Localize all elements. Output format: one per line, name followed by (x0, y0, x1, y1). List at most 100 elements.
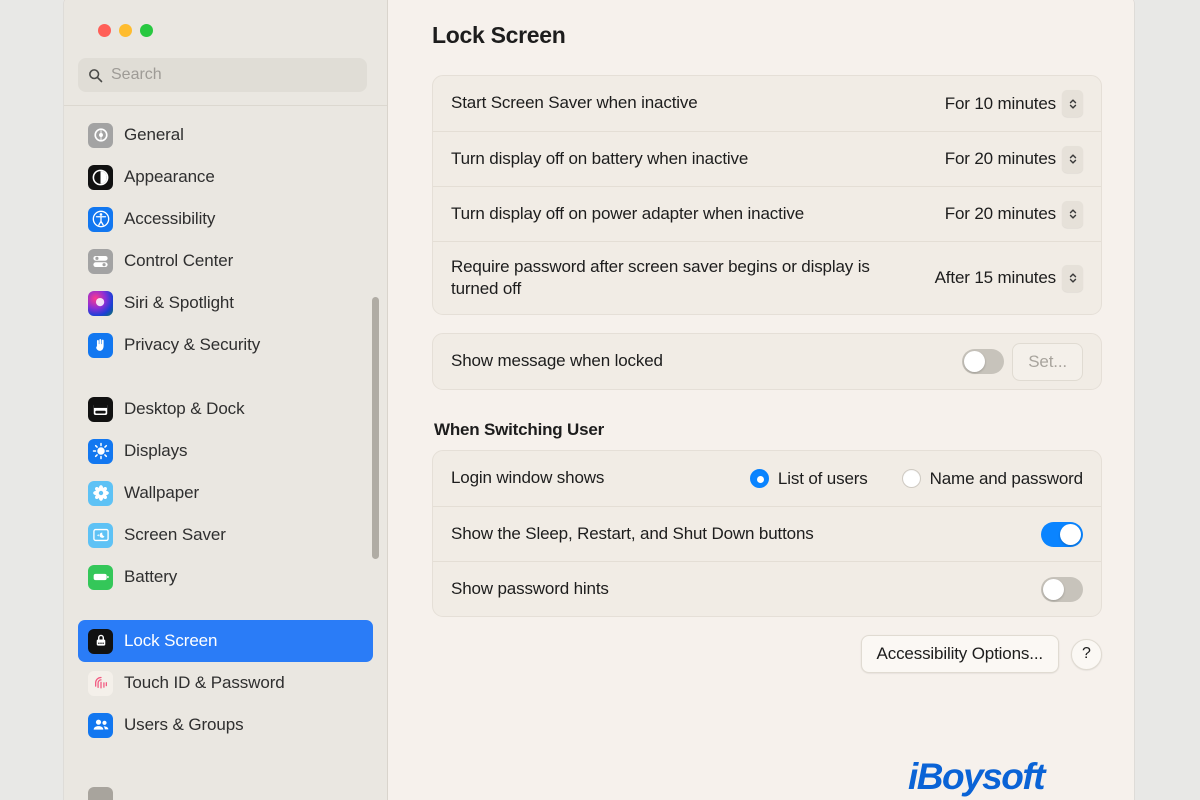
sidebar-group-separator (64, 598, 387, 620)
sidebar-item-label: Touch ID & Password (124, 673, 285, 692)
section-title-when-switching-user: When Switching User (434, 420, 604, 439)
siri-icon (88, 290, 113, 316)
row-label: Show password hints (451, 578, 609, 598)
row-control: For 20 minutes (944, 145, 1083, 173)
radio-dot-icon (749, 469, 769, 488)
desktop-dock-icon (88, 396, 113, 422)
row-display-off-battery: Turn display off on battery when inactiv… (433, 131, 1101, 186)
traffic-lights (64, 0, 387, 37)
row-show-sleep-restart-shutdown: Show the Sleep, Restart, and Shut Down b… (433, 506, 1101, 561)
row-display-off-power-adapter: Turn display off on power adapter when i… (433, 186, 1101, 241)
row-login-window-shows: Login window shows List of users Name an… (433, 451, 1101, 506)
row-label: Turn display off on battery when inactiv… (451, 148, 749, 168)
start-screen-saver-popup[interactable]: For 10 minutes (945, 90, 1083, 117)
sidebar-item-lock-screen[interactable]: Lock Screen (78, 620, 373, 662)
sidebar-group-2: Desktop & Dock Displays Wallpaper Screen… (64, 388, 387, 598)
row-control: For 20 minutes (944, 200, 1083, 228)
page-title: Lock Screen (432, 22, 566, 48)
popup-value: For 20 minutes (944, 149, 1056, 168)
battery-icon (88, 564, 113, 590)
search-placeholder: Search (111, 66, 162, 83)
display-off-power-adapter-popup[interactable]: For 20 minutes (944, 200, 1083, 228)
content-panel: Lock Screen Start Screen Saver when inac… (388, 0, 1134, 800)
sidebar-group-1: General Appearance Accessibility Control… (64, 114, 387, 366)
password-hints-toggle[interactable] (1041, 576, 1083, 602)
sidebar-item-label: Screen Saver (124, 525, 226, 544)
sleep-restart-shutdown-toggle[interactable] (1041, 521, 1083, 547)
sidebar-nav: General Appearance Accessibility Control… (64, 106, 387, 746)
require-password-popup[interactable]: After 15 minutes (934, 264, 1083, 292)
radio-name-and-password[interactable]: Name and password (901, 468, 1084, 489)
sidebar-item-screen-saver[interactable]: Screen Saver (78, 514, 373, 556)
radio-label: Name and password (929, 468, 1084, 488)
iboysoft-watermark: iBoysoft (908, 756, 1046, 797)
sidebar-item-label: Desktop & Dock (124, 399, 245, 418)
popup-value: For 20 minutes (944, 204, 1056, 223)
toggle-knob (964, 351, 986, 372)
sidebar-item-label: Wallpaper (124, 483, 200, 502)
toggle-knob (1043, 578, 1064, 600)
sidebar-item-wallpaper[interactable]: Wallpaper (78, 472, 373, 514)
sidebar-item-touch-id-password[interactable]: Touch ID & Password (78, 662, 373, 704)
privacy-hand-icon (88, 332, 113, 358)
toggle-knob (1060, 523, 1081, 545)
row-show-message-when-locked: Show message when locked Set... (433, 334, 1101, 389)
sidebar-scrollbar[interactable] (372, 297, 379, 559)
sidebar-item-label: Appearance (124, 167, 215, 186)
minimize-button[interactable] (119, 24, 132, 37)
close-button[interactable] (98, 24, 111, 37)
login-window-radio-group: List of users Name and password (728, 469, 1083, 489)
sidebar-item-partial-icon[interactable] (88, 787, 113, 800)
sidebar-item-desktop-dock[interactable]: Desktop & Dock (78, 388, 373, 430)
sidebar-item-siri-spotlight[interactable]: Siri & Spotlight (78, 282, 373, 324)
sidebar-item-users-groups[interactable]: Users & Groups (78, 704, 373, 746)
radio-list-of-users[interactable]: List of users (749, 468, 868, 489)
row-label: Login window shows (451, 468, 605, 488)
screen-saver-icon (88, 522, 113, 548)
gear-icon (88, 122, 113, 148)
sidebar-item-label: Displays (124, 441, 188, 460)
search-container: Search (64, 37, 387, 92)
sidebar-group-3: Lock Screen Touch ID & Password Users & … (64, 620, 387, 746)
lock-screen-timing-card: Start Screen Saver when inactive For 10 … (432, 75, 1102, 315)
chevron-updown-icon[interactable] (1062, 200, 1083, 228)
display-off-battery-popup[interactable]: For 20 minutes (944, 145, 1083, 173)
touch-id-icon (88, 670, 113, 696)
popup-value: After 15 minutes (934, 268, 1057, 287)
lock-icon (88, 628, 113, 654)
chevron-updown-icon[interactable] (1062, 264, 1083, 292)
sidebar: Search General Appearance Accessibility … (64, 0, 388, 800)
sidebar-item-label: Control Center (124, 251, 234, 270)
sidebar-item-accessibility[interactable]: Accessibility (78, 198, 373, 240)
chevron-updown-icon[interactable] (1062, 145, 1083, 173)
sidebar-item-label: Siri & Spotlight (124, 293, 234, 312)
sidebar-item-general[interactable]: General (78, 114, 373, 156)
sidebar-item-battery[interactable]: Battery (78, 556, 373, 598)
accessibility-options-button[interactable]: Accessibility Options... (860, 635, 1059, 673)
chevron-updown-icon[interactable] (1062, 90, 1083, 117)
sidebar-item-label: Lock Screen (124, 631, 218, 650)
set-message-button[interactable]: Set... (1012, 342, 1083, 381)
system-settings-window: Search General Appearance Accessibility … (64, 0, 1134, 800)
show-message-toggle[interactable] (962, 349, 1005, 374)
sidebar-item-privacy-security[interactable]: Privacy & Security (78, 324, 373, 366)
row-label: Show message when locked (451, 351, 663, 371)
sidebar-item-label: Accessibility (124, 209, 216, 228)
row-control: Set... (962, 342, 1083, 381)
zoom-button[interactable] (140, 24, 153, 37)
wallpaper-icon (88, 480, 113, 506)
accessibility-icon (88, 206, 113, 232)
row-label: Start Screen Saver when inactive (451, 93, 698, 113)
sidebar-item-displays[interactable]: Displays (78, 430, 373, 472)
sidebar-item-control-center[interactable]: Control Center (78, 240, 373, 282)
sidebar-item-appearance[interactable]: Appearance (78, 156, 373, 198)
footer-buttons: Accessibility Options... ? (432, 635, 1102, 673)
help-button[interactable]: ? (1071, 638, 1102, 670)
show-message-card: Show message when locked Set... (432, 333, 1102, 390)
row-show-password-hints: Show password hints (433, 561, 1101, 616)
radio-dot-icon (901, 469, 921, 488)
sidebar-item-label: Privacy & Security (124, 335, 261, 354)
appearance-icon (88, 164, 113, 190)
radio-label: List of users (777, 468, 868, 488)
search-field[interactable]: Search (78, 58, 367, 92)
